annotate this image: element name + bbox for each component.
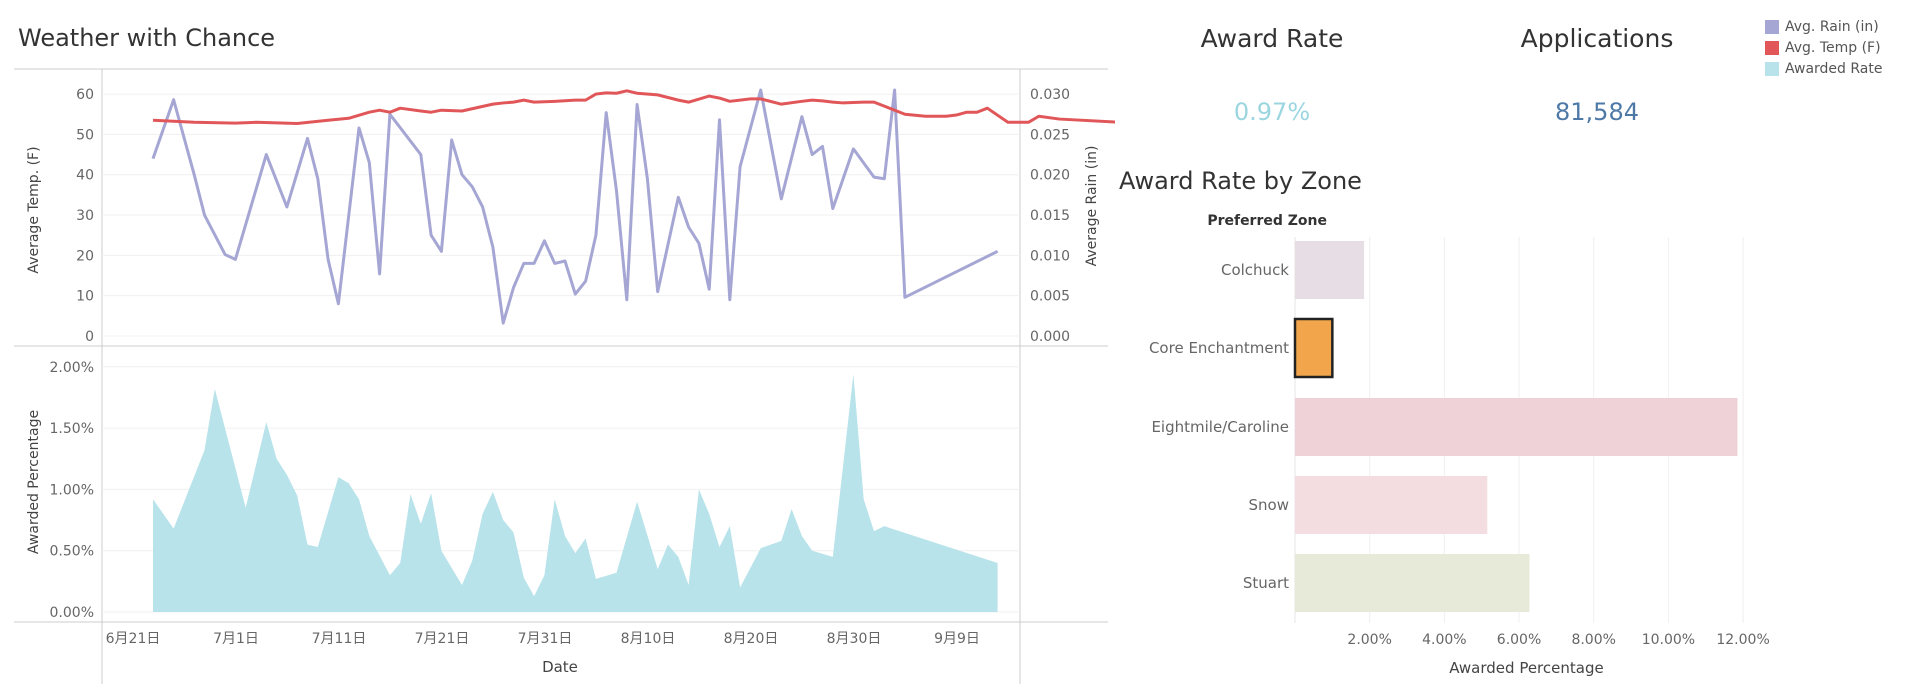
weather-chart[interactable]: 60 50 40 30 20 10 0 0.030 0.025 0.020 0.015 0.010 0.… (0, 0, 1115, 688)
legend-label-awarded: Awarded Rate (1785, 61, 1883, 77)
zone-category-label: Stuart (1243, 574, 1289, 592)
awarded-tick-label: 1.50% (50, 421, 94, 437)
awarded-tick-label: 1.00% (50, 482, 94, 498)
zone-bar-eightmile-caroline[interactable] (1295, 398, 1738, 456)
temp-tick-label: 40 (76, 168, 94, 184)
rain-tick-label: 0.005 (1030, 289, 1070, 305)
zone-tick-label: 10.00% (1642, 632, 1695, 648)
date-tick-label: 8月30日 (827, 631, 882, 647)
avg-temp-line (152, 89, 1115, 125)
rain-tick-label: 0.015 (1030, 208, 1070, 224)
date-tick-label: 9月9日 (934, 631, 980, 647)
rain-tick-label: 0.000 (1030, 329, 1070, 345)
zone-bar-chart[interactable]: 2.00% 4.00% 6.00% 8.00% 10.00% 12.00% Preferre… (1115, 0, 1775, 688)
rain-axis-label: Average Rain (in) (1084, 146, 1100, 267)
temp-tick-label: 20 (76, 248, 94, 264)
awarded-tick-label: 2.00% (50, 360, 94, 376)
zone-bar-stuart[interactable] (1295, 554, 1530, 612)
date-axis-label: Date (542, 658, 578, 676)
rain-tick-label: 0.010 (1030, 248, 1070, 264)
zone-category-label: Core Enchantment (1149, 339, 1289, 357)
date-tick-label: 7月21日 (415, 631, 470, 647)
zone-tick-label: 6.00% (1497, 632, 1541, 648)
zone-category-label: Colchuck (1221, 261, 1289, 279)
date-tick-label: 7月11日 (312, 631, 367, 647)
legend-item-rain[interactable]: Avg. Rain (in) (1765, 18, 1879, 36)
preferred-zone-header: Preferred Zone (1207, 213, 1327, 229)
temp-tick-label: 0 (85, 329, 94, 345)
date-tick-label: 6月21日 (106, 631, 161, 647)
rain-tick-label: 0.020 (1030, 168, 1070, 184)
avg-rain-line (151, 88, 999, 325)
awarded-axis-label: Awarded Percentage (26, 410, 42, 554)
temp-tick-label: 30 (76, 208, 94, 224)
temp-tick-label: 10 (76, 289, 94, 305)
date-tick-label: 8月10日 (621, 631, 676, 647)
awarded-rate-area (153, 374, 998, 612)
legend-item-temp[interactable]: Avg. Temp (F) (1765, 39, 1881, 57)
zone-tick-label: 4.00% (1422, 632, 1466, 648)
temp-tick-label: 60 (76, 87, 94, 103)
legend-item-awarded[interactable]: Awarded Rate (1765, 60, 1883, 78)
temp-tick-label: 50 (76, 127, 94, 143)
rain-tick-label: 0.030 (1030, 87, 1070, 103)
zone-axis-title: Awarded Percentage (1449, 659, 1603, 677)
zone-bar-snow[interactable] (1295, 476, 1488, 534)
temp-axis-label: Average Temp. (F) (26, 146, 42, 273)
legend-label-temp: Avg. Temp (F) (1785, 40, 1881, 56)
zone-tick-label: 8.00% (1571, 632, 1615, 648)
zone-tick-label: 12.00% (1716, 632, 1769, 648)
zone-category-label: Snow (1249, 496, 1289, 514)
date-tick-label: 8月20日 (724, 631, 779, 647)
awarded-tick-label: 0.50% (50, 544, 94, 560)
date-tick-label: 7月31日 (518, 631, 573, 647)
legend-label-rain: Avg. Rain (in) (1785, 19, 1879, 35)
date-tick-label: 7月1日 (213, 631, 259, 647)
zone-category-label: Eightmile/Caroline (1151, 418, 1289, 436)
zone-tick-label: 2.00% (1347, 632, 1391, 648)
zone-bar-colchuck[interactable] (1295, 241, 1365, 299)
awarded-tick-label: 0.00% (50, 605, 94, 621)
zone-bar-core-enchantment[interactable] (1293, 317, 1334, 379)
rain-tick-label: 0.025 (1030, 127, 1070, 143)
